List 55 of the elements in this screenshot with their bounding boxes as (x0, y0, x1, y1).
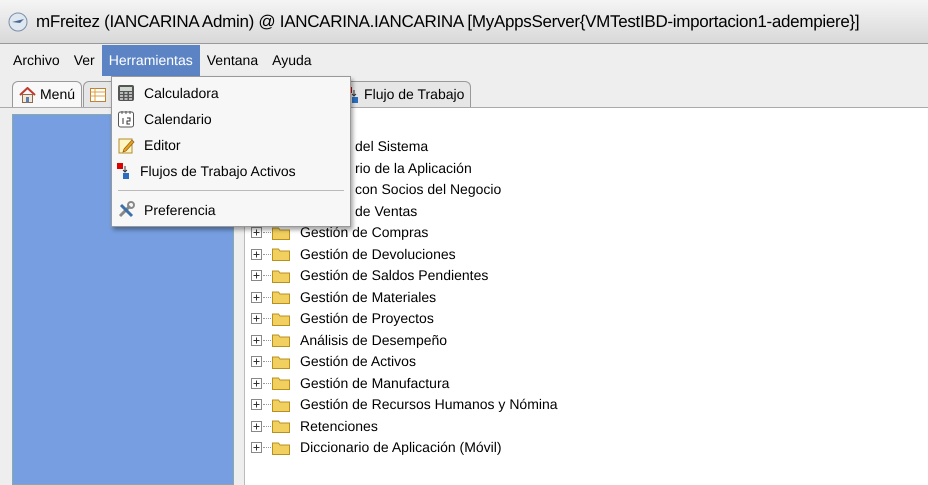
tree-item[interactable]: Análisis de Desempeño (300, 330, 448, 351)
folder-icon (272, 312, 290, 326)
workflow-icon (117, 163, 131, 179)
menu-item[interactable]: Herramientas (102, 45, 200, 76)
menu-item[interactable]: Ventana (200, 45, 266, 76)
expand-icon[interactable] (251, 270, 262, 282)
tree-item[interactable]: Gestión de Manufactura (300, 372, 450, 394)
tree-item[interactable]: Retenciones (300, 416, 378, 437)
folder-icon (272, 419, 290, 434)
dropdown-item[interactable]: Preferencia (112, 197, 350, 223)
expand-icon[interactable] (251, 227, 262, 238)
menu-item[interactable]: Archivo (6, 45, 67, 76)
folder-icon (272, 268, 290, 283)
tree-item[interactable]: del Sistema (355, 136, 428, 158)
notepad-icon (117, 136, 135, 154)
folder-icon (272, 290, 290, 304)
tree-item[interactable]: rio de la Aplicación (355, 158, 472, 179)
folder-icon (272, 376, 290, 390)
folder-icon (272, 354, 290, 369)
tree-item[interactable]: Gestión de Recursos Humanos y Nómina (300, 394, 558, 416)
tree-item[interactable]: Gestión de Saldos Pendientes (300, 265, 488, 286)
menu-item[interactable]: Ayuda (265, 45, 319, 76)
tree-item[interactable]: con Socios del Negocio (355, 179, 502, 200)
expand-icon[interactable] (251, 292, 262, 303)
tree-item[interactable]: Gestión de Devoluciones (300, 244, 456, 265)
tree-item[interactable]: Gestión de Compras (300, 222, 428, 244)
table-icon (90, 88, 106, 102)
expand-icon[interactable] (251, 420, 262, 432)
expand-icon[interactable] (251, 248, 262, 260)
folder-icon (272, 247, 290, 262)
tree-item[interactable]: Diccionario de Aplicación (Móvil) (300, 437, 502, 458)
tab[interactable]: Menú (12, 81, 82, 107)
expand-icon[interactable] (251, 378, 262, 389)
house-icon (19, 86, 36, 102)
tree-item[interactable]: Gestión de Materiales (300, 286, 436, 308)
expand-icon[interactable] (251, 442, 262, 454)
tools-icon (117, 201, 135, 219)
expand-icon[interactable] (251, 334, 262, 346)
expand-icon[interactable] (251, 313, 262, 324)
dropdown-item[interactable]: Editor (112, 132, 350, 158)
expand-icon[interactable] (251, 356, 262, 368)
calculator-icon (117, 84, 135, 102)
tree-item[interactable]: Gestión de Activos (300, 351, 416, 372)
window-title: mFreitez (IANCARINA Admin) @ IANCARINA.IANCARINA [MyAppsServer{VMTestIBD-importacion1-adempiere}] (36, 10, 860, 33)
folder-icon (272, 440, 290, 455)
folder-icon (272, 333, 290, 348)
calendar-icon (117, 110, 135, 128)
folder-icon (272, 398, 290, 412)
expand-icon[interactable] (251, 399, 262, 410)
dropdown-item[interactable]: Flujos de Trabajo Activos (112, 158, 350, 184)
menu-item[interactable]: Ver (66, 45, 102, 76)
dropdown-item[interactable]: Calendario (112, 106, 350, 132)
tree-item[interactable]: Gestión de Proyectos (300, 308, 434, 330)
app-icon (8, 12, 28, 32)
tree-item[interactable]: de Ventas (355, 200, 418, 222)
